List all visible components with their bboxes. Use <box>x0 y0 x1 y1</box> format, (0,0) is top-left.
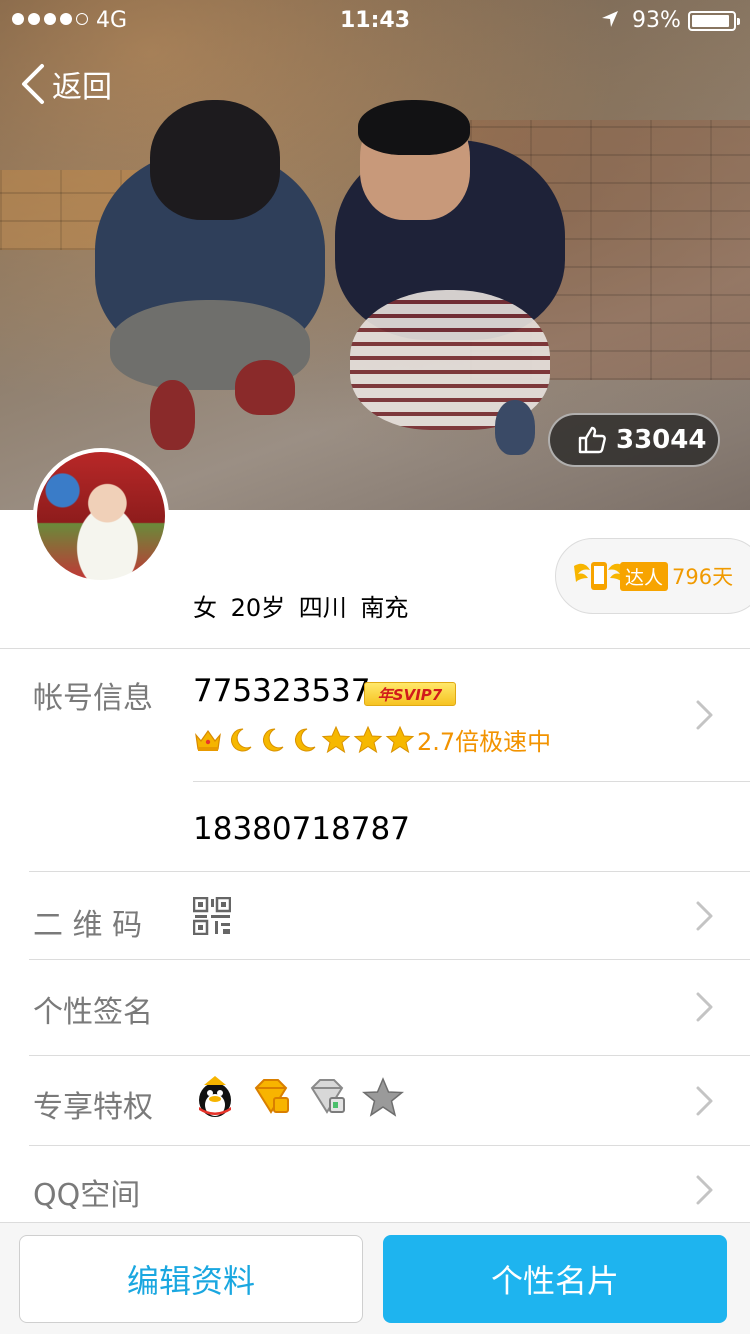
thumbs-up-icon <box>578 426 606 454</box>
cover-photo-person <box>150 380 195 450</box>
chevron-right-icon <box>696 1086 713 1116</box>
svip-badge: 年SVIP7 <box>364 682 456 706</box>
profile-info: 女 20岁 四川 南充 <box>193 594 409 622</box>
daren-days: 796天 <box>672 565 734 589</box>
yellow-diamond-icon <box>254 1079 289 1114</box>
cover-photo-person <box>235 360 295 415</box>
divider <box>29 871 750 872</box>
speed-text: 2.7倍极速中 <box>417 728 552 756</box>
chevron-right-icon <box>696 901 713 931</box>
privilege-icons <box>194 1076 404 1120</box>
battery-percent: 93% <box>632 8 681 33</box>
qq-penguin-icon <box>199 1076 231 1117</box>
like-count: 33044 <box>616 425 707 455</box>
star-icon <box>353 725 383 753</box>
phone-number: 18380718787 <box>193 811 410 847</box>
divider <box>0 648 750 649</box>
divider <box>29 1055 750 1056</box>
qr-code-label: 二 维 码 <box>33 908 143 943</box>
grey-diamond-icon <box>310 1079 345 1114</box>
divider <box>29 1145 750 1146</box>
account-number: 775323537 <box>193 673 371 709</box>
back-label: 返回 <box>52 70 112 105</box>
bottom-action-bar: 编辑资料 个性名片 <box>0 1222 750 1334</box>
location-arrow-icon <box>602 11 618 27</box>
status-bar: 4G 11:43 93% <box>0 0 750 40</box>
chevron-right-icon <box>696 1175 713 1205</box>
qr-code-icon <box>193 897 231 935</box>
signature-label: 个性签名 <box>33 995 153 1030</box>
winged-phone-icon <box>574 562 624 590</box>
chevron-right-icon[interactable] <box>693 698 715 732</box>
cover-photo-person <box>150 100 280 220</box>
star-icon <box>321 725 351 753</box>
cover-photo-person <box>358 100 470 155</box>
edit-profile-button[interactable]: 编辑资料 <box>19 1235 363 1323</box>
divider <box>29 959 750 960</box>
moon-icon <box>263 727 284 751</box>
like-button[interactable]: 33044 <box>548 413 720 467</box>
chevron-right-icon <box>696 992 713 1022</box>
battery-icon <box>688 11 740 31</box>
personal-card-button[interactable]: 个性名片 <box>383 1235 727 1323</box>
back-button[interactable]: 返回 <box>18 62 112 106</box>
daren-badge[interactable]: 达人 796天 <box>555 538 750 614</box>
qq-level-icons: 2.7倍极速中 <box>193 722 551 757</box>
grey-star-icon <box>362 1077 404 1117</box>
cover-photo-person <box>495 400 535 455</box>
crown-icon <box>195 729 221 751</box>
moon-icon <box>231 727 252 751</box>
daren-tag: 达人 <box>620 561 669 591</box>
divider <box>193 781 750 782</box>
qzone-label: QQ空间 <box>33 1178 141 1213</box>
account-info-label: 帐号信息 <box>33 681 153 716</box>
privileges-label: 专享特权 <box>33 1090 153 1125</box>
star-icon <box>385 725 415 753</box>
moon-icon <box>295 727 316 751</box>
chevron-left-icon <box>22 64 44 104</box>
avatar[interactable] <box>33 448 169 584</box>
